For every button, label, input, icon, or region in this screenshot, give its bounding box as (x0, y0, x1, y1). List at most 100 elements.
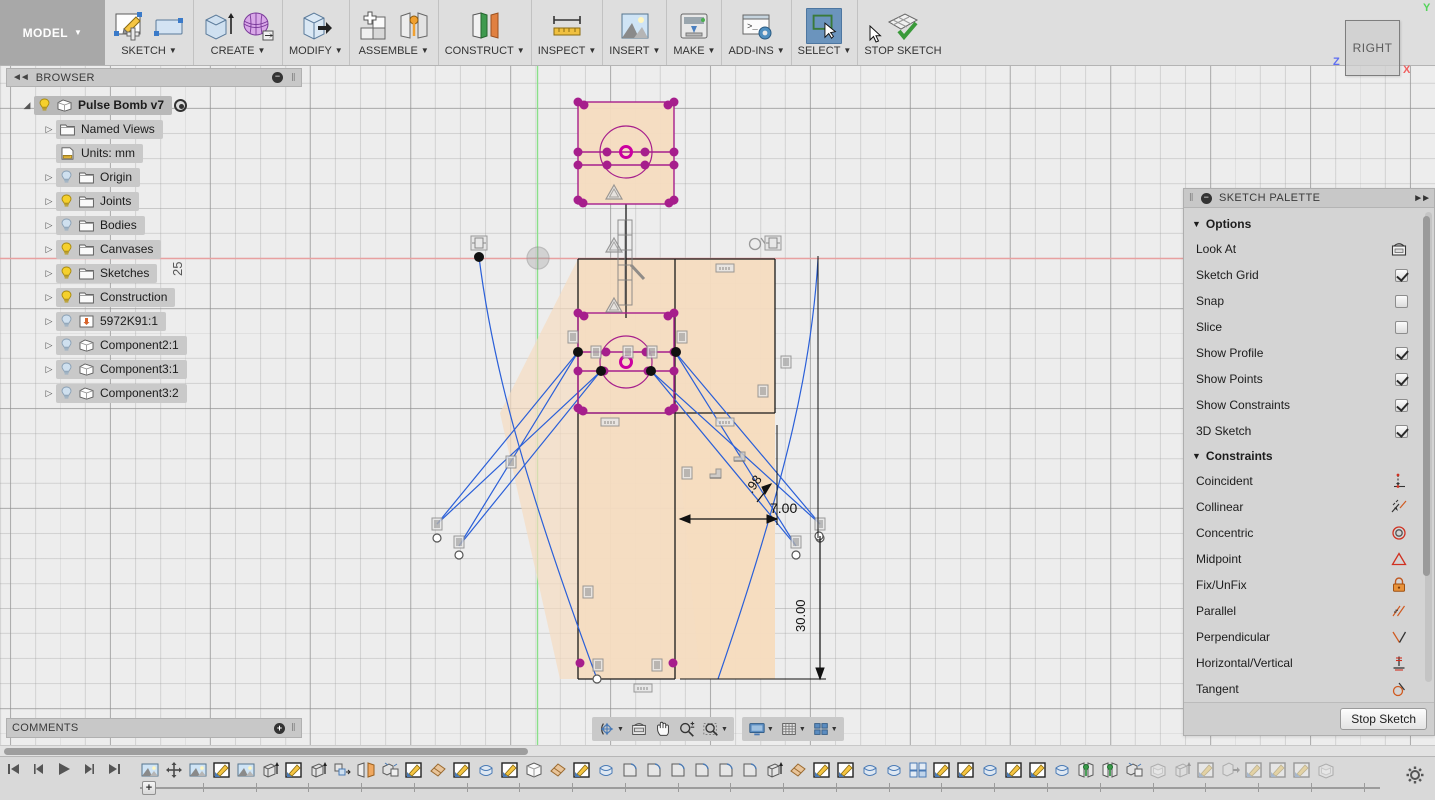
component-icon[interactable] (524, 760, 544, 780)
sketch-icon[interactable] (956, 760, 976, 780)
sketch-icon[interactable] (812, 760, 832, 780)
revolve-icon[interactable] (1052, 760, 1072, 780)
browser-item-units-mm[interactable]: Units: mm (6, 141, 302, 165)
mesh-create-icon[interactable] (240, 8, 276, 44)
3d-print-icon[interactable] (676, 8, 712, 44)
activate-component-radio[interactable] (174, 98, 188, 112)
look-at-button[interactable] (628, 720, 650, 738)
collapse-arrow-icon[interactable]: ◢ (20, 100, 34, 111)
collapse-left-icon[interactable]: ◄◄ (12, 72, 30, 83)
expand-arrow-icon[interactable]: ▷ (42, 268, 56, 279)
browser-item-chip[interactable]: Origin (56, 167, 141, 187)
sketch-icon[interactable] (932, 760, 952, 780)
fix-unfix-icon[interactable] (1390, 577, 1408, 593)
rigid-group-icon[interactable] (380, 760, 400, 780)
ribbon-group-select[interactable]: SELECT ▼ (792, 0, 859, 65)
sketch-icon[interactable] (1244, 760, 1264, 780)
revolve-icon[interactable] (596, 760, 616, 780)
joint-icon[interactable] (1076, 760, 1096, 780)
expand-arrow-icon[interactable]: ▷ (42, 340, 56, 351)
ribbon-group-modify[interactable]: MODIFY ▼ (283, 0, 350, 65)
browser-item-5972k91-1[interactable]: ▷ 5972K91:1 (6, 309, 302, 333)
ribbon-group-assemble[interactable]: ASSEMBLE ▼ (350, 0, 439, 65)
pan-icon[interactable] (654, 720, 672, 738)
sketch-icon[interactable] (1196, 760, 1216, 780)
viewports-icon[interactable] (812, 720, 830, 738)
fillet-icon[interactable] (740, 760, 760, 780)
horizontal-scrollbar[interactable] (0, 745, 1435, 756)
offset-plane-icon[interactable] (467, 8, 503, 44)
look-at-icon[interactable] (1390, 241, 1408, 257)
ribbon-group-sketch[interactable]: SKETCH ▼ (105, 0, 194, 65)
expand-arrow-icon[interactable]: ▷ (42, 292, 56, 303)
joint-icon[interactable] (396, 8, 432, 44)
sketch-icon[interactable] (1268, 760, 1288, 780)
expand-arrow-icon[interactable]: ▷ (42, 196, 56, 207)
palette-scrollbar-thumb[interactable] (1423, 216, 1430, 576)
visibility-bulb-icon[interactable] (60, 266, 73, 280)
option-row-show-points[interactable]: Show Points (1184, 366, 1434, 392)
minimize-icon[interactable]: − (1200, 192, 1212, 204)
constraint-row-collinear[interactable]: Collinear (1184, 494, 1434, 520)
browser-item-chip[interactable]: Construction (56, 287, 176, 307)
browser-item-chip[interactable]: 5972K91:1 (56, 311, 167, 331)
zoom-window-icon[interactable] (702, 720, 720, 738)
ribbon-group-addins[interactable]: >_ ADD-INS ▼ (722, 0, 792, 65)
constraint-row-perpendicular[interactable]: Perpendicular (1184, 624, 1434, 650)
browser-item-component3-1[interactable]: ▷ Component3:1 (6, 357, 302, 381)
grid-snap-icon[interactable] (780, 720, 798, 738)
visibility-bulb-icon[interactable] (60, 362, 73, 376)
checkbox-sketch-grid[interactable] (1395, 268, 1408, 282)
zoom-window-button[interactable]: ▼ (700, 720, 730, 738)
insert-canvas-icon[interactable] (617, 8, 653, 44)
option-row-slice[interactable]: Slice (1184, 314, 1434, 340)
step-back-icon[interactable] (31, 761, 47, 777)
option-row-snap[interactable]: Snap (1184, 288, 1434, 314)
sketch-icon[interactable] (404, 760, 424, 780)
constraint-row-parallel[interactable]: Parallel (1184, 598, 1434, 624)
ribbon-group-create[interactable]: CREATE ▼ (194, 0, 283, 65)
visibility-bulb-icon[interactable] (60, 170, 73, 184)
insert-canvas-icon[interactable] (140, 760, 160, 780)
stop-sketch-button[interactable]: Stop Sketch (1340, 708, 1427, 730)
skip-end-icon[interactable] (106, 761, 122, 777)
constraint-row-coincident[interactable]: Coincident (1184, 468, 1434, 494)
browser-item-bodies[interactable]: ▷ Bodies (6, 213, 302, 237)
display-settings-button[interactable]: ▼ (746, 720, 776, 738)
browser-item-chip[interactable]: Component3:1 (56, 359, 187, 379)
checkbox-slice[interactable] (1395, 320, 1408, 334)
browser-item-chip[interactable]: Component3:2 (56, 383, 187, 403)
collinear-icon[interactable] (1390, 499, 1408, 515)
expand-arrow-icon[interactable]: ▷ (42, 220, 56, 231)
constraints-section-title[interactable]: ▼ Constraints (1184, 444, 1434, 468)
step-forward-icon[interactable] (81, 761, 97, 777)
sketch-icon[interactable] (500, 760, 520, 780)
grid-snap-button[interactable]: ▼ (778, 720, 808, 738)
fillet-icon[interactable] (716, 760, 736, 780)
minimize-icon[interactable]: − (272, 72, 284, 83)
orbit-button[interactable]: ▼ (596, 720, 626, 738)
sketch-icon[interactable] (284, 760, 304, 780)
new-component-icon[interactable] (356, 8, 392, 44)
measure-icon[interactable] (549, 8, 585, 44)
constraint-row-midpoint[interactable]: Midpoint (1184, 546, 1434, 572)
constraint-row-horizontal-vertical[interactable]: Horizontal/Vertical (1184, 650, 1434, 676)
chevron-down-icon[interactable]: ▼ (617, 726, 624, 733)
pattern-icon[interactable] (908, 760, 928, 780)
palette-scrollbar-track[interactable] (1423, 212, 1432, 682)
extrude-icon[interactable] (308, 760, 328, 780)
checkbox-show-profile[interactable] (1395, 346, 1408, 360)
play-icon[interactable] (56, 761, 72, 777)
gear-icon[interactable] (1405, 765, 1425, 785)
coincident-icon[interactable] (1390, 473, 1408, 489)
display-settings-icon[interactable] (748, 720, 766, 738)
midpoint-icon[interactable] (1390, 551, 1408, 567)
checkbox-show-points[interactable] (1395, 372, 1408, 386)
scrollbar-thumb[interactable] (4, 748, 528, 755)
shell-icon[interactable] (1316, 760, 1336, 780)
expand-arrow-icon[interactable]: ▷ (42, 364, 56, 375)
appearance-icon[interactable] (788, 760, 808, 780)
tangent-icon[interactable] (1390, 681, 1408, 697)
add-comment-icon[interactable]: + (274, 722, 286, 734)
browser-item-construction[interactable]: ▷ Construction (6, 285, 302, 309)
